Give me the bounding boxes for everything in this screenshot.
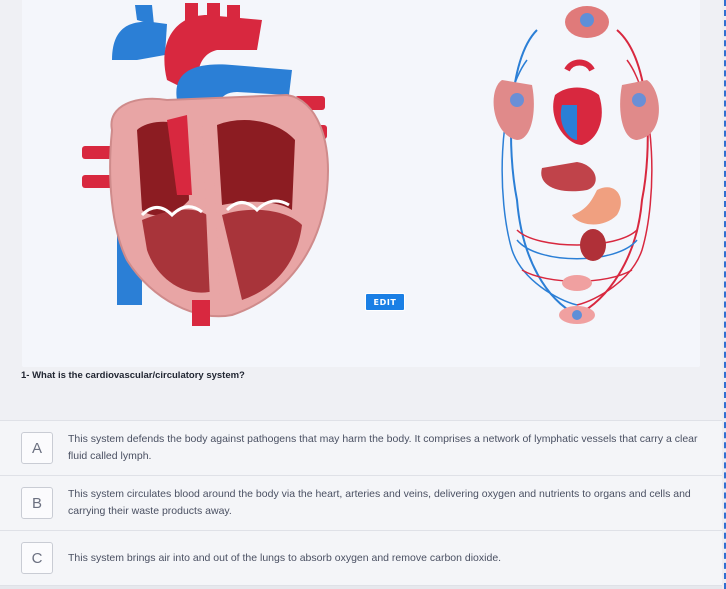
answer-option-b[interactable]: B This system circulates blood around th… bbox=[0, 475, 722, 530]
option-letter-badge: A bbox=[21, 432, 53, 464]
bottom-divider bbox=[0, 585, 722, 589]
option-text: This system brings air into and out of t… bbox=[68, 551, 502, 564]
question-card: EDIT 1- What is the cardiovascular/circu… bbox=[0, 0, 722, 420]
option-letter-badge: C bbox=[21, 542, 53, 574]
question-image: EDIT bbox=[22, 0, 700, 367]
edit-button[interactable]: EDIT bbox=[365, 293, 405, 311]
option-letter-badge: B bbox=[21, 487, 53, 519]
heart-anatomy-illustration bbox=[82, 3, 329, 326]
question-title: 1- What is the cardiovascular/circulator… bbox=[21, 370, 245, 381]
answer-option-c[interactable]: C This system brings air into and out of… bbox=[0, 530, 722, 585]
option-text: This system defends the body against pat… bbox=[68, 433, 698, 462]
option-text: This system circulates blood around the … bbox=[68, 488, 691, 517]
circulatory-system-illustration bbox=[493, 6, 659, 324]
answer-option-a[interactable]: A This system defends the body against p… bbox=[0, 420, 722, 475]
